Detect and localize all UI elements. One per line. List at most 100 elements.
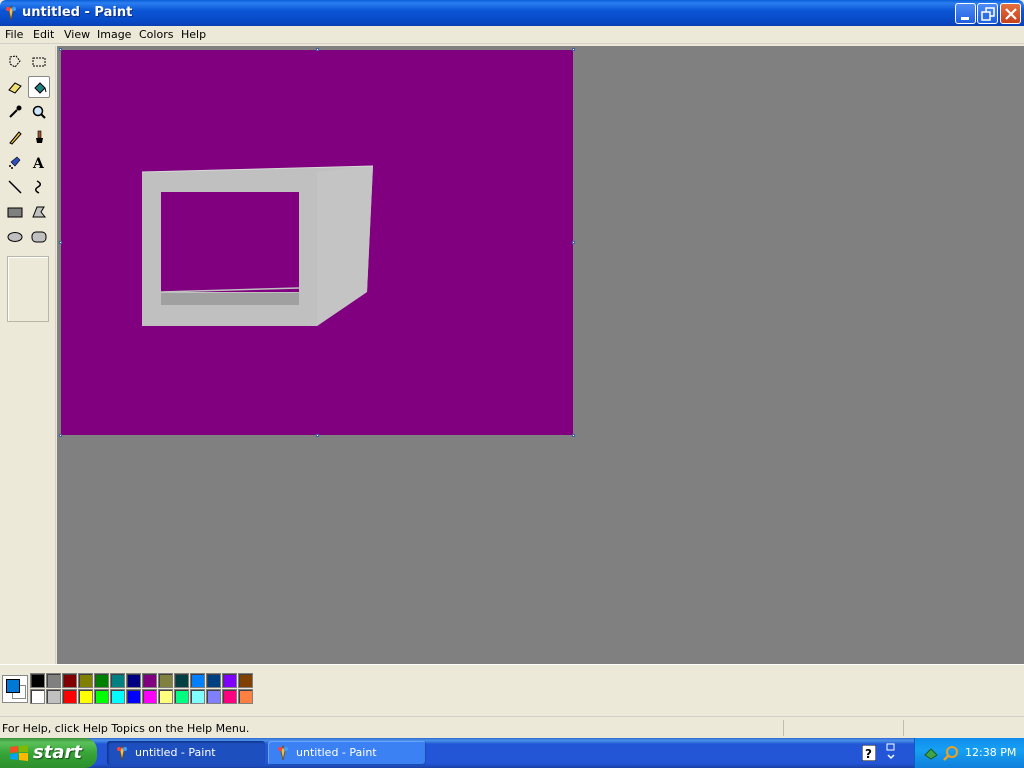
palette-swatch[interactable] (126, 689, 141, 704)
status-divider (783, 720, 784, 736)
window-title: untitled - Paint (22, 5, 133, 20)
palette-swatch[interactable] (78, 689, 93, 704)
magnifier-icon (32, 105, 46, 119)
palette-swatch[interactable] (158, 673, 173, 688)
palette-swatch[interactable] (30, 689, 45, 704)
palette-swatch[interactable] (110, 673, 125, 688)
taskbar-item-paint-2[interactable]: untitled - Paint (268, 741, 426, 765)
title-bar[interactable]: untitled - Paint (0, 0, 1024, 26)
palette-swatch[interactable] (222, 689, 237, 704)
current-colors[interactable] (2, 675, 28, 703)
rounded-rectangle-tool[interactable] (28, 226, 50, 248)
palette-swatch[interactable] (190, 673, 205, 688)
pencil-icon (9, 131, 22, 145)
start-label: start (33, 742, 82, 763)
curve-icon (35, 180, 41, 194)
resize-handle (59, 241, 62, 244)
close-icon (1005, 8, 1017, 20)
minimize-button[interactable] (955, 3, 976, 24)
resize-handle-bottom[interactable] (316, 434, 319, 437)
menu-colors[interactable]: Colors (139, 28, 173, 41)
magnifier-tool[interactable] (28, 101, 50, 123)
minimize-icon (961, 17, 969, 20)
workspace (57, 46, 1024, 664)
resize-handle-right[interactable] (572, 241, 575, 244)
polygon-tool[interactable] (28, 201, 50, 223)
paint-app-icon (278, 745, 288, 761)
paint-app-icon (117, 745, 127, 761)
box-window-hole (161, 192, 299, 292)
drawing-canvas[interactable] (61, 50, 573, 435)
palette-swatch[interactable] (174, 689, 189, 704)
palette-swatch[interactable] (78, 673, 93, 688)
palette-swatch[interactable] (62, 689, 77, 704)
palette-swatch[interactable] (222, 673, 237, 688)
palette-swatch[interactable] (30, 673, 45, 688)
palette-swatch[interactable] (190, 689, 205, 704)
menu-view[interactable]: View (64, 28, 90, 41)
palette-swatch[interactable] (94, 673, 109, 688)
search-icon[interactable] (943, 745, 959, 761)
palette-swatch[interactable] (238, 689, 253, 704)
eraser-tool[interactable] (4, 76, 26, 98)
foreground-color-swatch (6, 679, 20, 693)
resize-handle-corner[interactable] (572, 434, 575, 437)
palette-swatch[interactable] (206, 689, 221, 704)
eyedropper-icon (9, 105, 22, 118)
canvas-drawing (141, 165, 374, 326)
palette-swatch[interactable] (142, 673, 157, 688)
ellipse-tool[interactable] (4, 226, 26, 248)
close-button[interactable] (1000, 3, 1021, 24)
taskbar-item-label: untitled - Paint (296, 746, 377, 759)
free-form-select-tool[interactable] (4, 51, 26, 73)
taskbar-item-label: untitled - Paint (135, 746, 216, 759)
start-button[interactable]: start (0, 738, 97, 768)
menu-help[interactable]: Help (181, 28, 206, 41)
palette-swatch[interactable] (110, 689, 125, 704)
palette-swatch[interactable] (46, 689, 61, 704)
resize-handle (316, 48, 319, 51)
palette-swatch[interactable] (126, 673, 141, 688)
line-icon (8, 180, 22, 194)
resize-handle (59, 48, 62, 51)
palette-swatch[interactable] (94, 689, 109, 704)
box-inner-shadow (161, 293, 299, 305)
rectangle-tool[interactable] (4, 201, 26, 223)
help-icon[interactable]: ? (862, 745, 876, 761)
taskbar-item-paint-1[interactable]: untitled - Paint (107, 741, 265, 765)
pencil-tool[interactable] (4, 126, 26, 148)
palette-swatch[interactable] (206, 673, 221, 688)
palette-swatch[interactable] (142, 689, 157, 704)
palette-swatch[interactable] (158, 689, 173, 704)
taskbar: start untitled - Paint untitled - Paint … (0, 738, 1024, 768)
menu-file[interactable]: File (5, 28, 23, 41)
palette-swatch[interactable] (62, 673, 77, 688)
airbrush-tool[interactable] (4, 151, 26, 173)
pick-color-tool[interactable] (4, 101, 26, 123)
status-divider (903, 720, 904, 736)
menu-edit[interactable]: Edit (33, 28, 54, 41)
restore-icon (981, 7, 995, 21)
palette-swatch[interactable] (174, 673, 189, 688)
fill-tool[interactable] (28, 76, 50, 98)
svg-text:A: A (32, 156, 45, 170)
text-icon: A (32, 156, 45, 170)
network-icon[interactable] (923, 745, 939, 761)
resize-handle (572, 48, 575, 51)
rect-select-tool[interactable] (28, 51, 50, 73)
text-tool[interactable]: A (28, 151, 50, 173)
restore-tray-icon[interactable] (884, 743, 898, 763)
ellipse-icon (7, 232, 23, 242)
menu-image[interactable]: Image (97, 28, 131, 41)
tool-options-box[interactable] (7, 256, 49, 322)
restore-button[interactable] (977, 3, 998, 24)
system-tray: 12:38 PM (914, 738, 1024, 768)
curve-tool[interactable] (28, 176, 50, 198)
line-tool[interactable] (4, 176, 26, 198)
brush-tool[interactable] (28, 126, 50, 148)
palette-swatch[interactable] (238, 673, 253, 688)
palette-swatch[interactable] (46, 673, 61, 688)
box-side-face (317, 166, 373, 326)
status-bar: For Help, click Help Topics on the Help … (0, 716, 1024, 738)
paint-app-icon (6, 5, 16, 21)
